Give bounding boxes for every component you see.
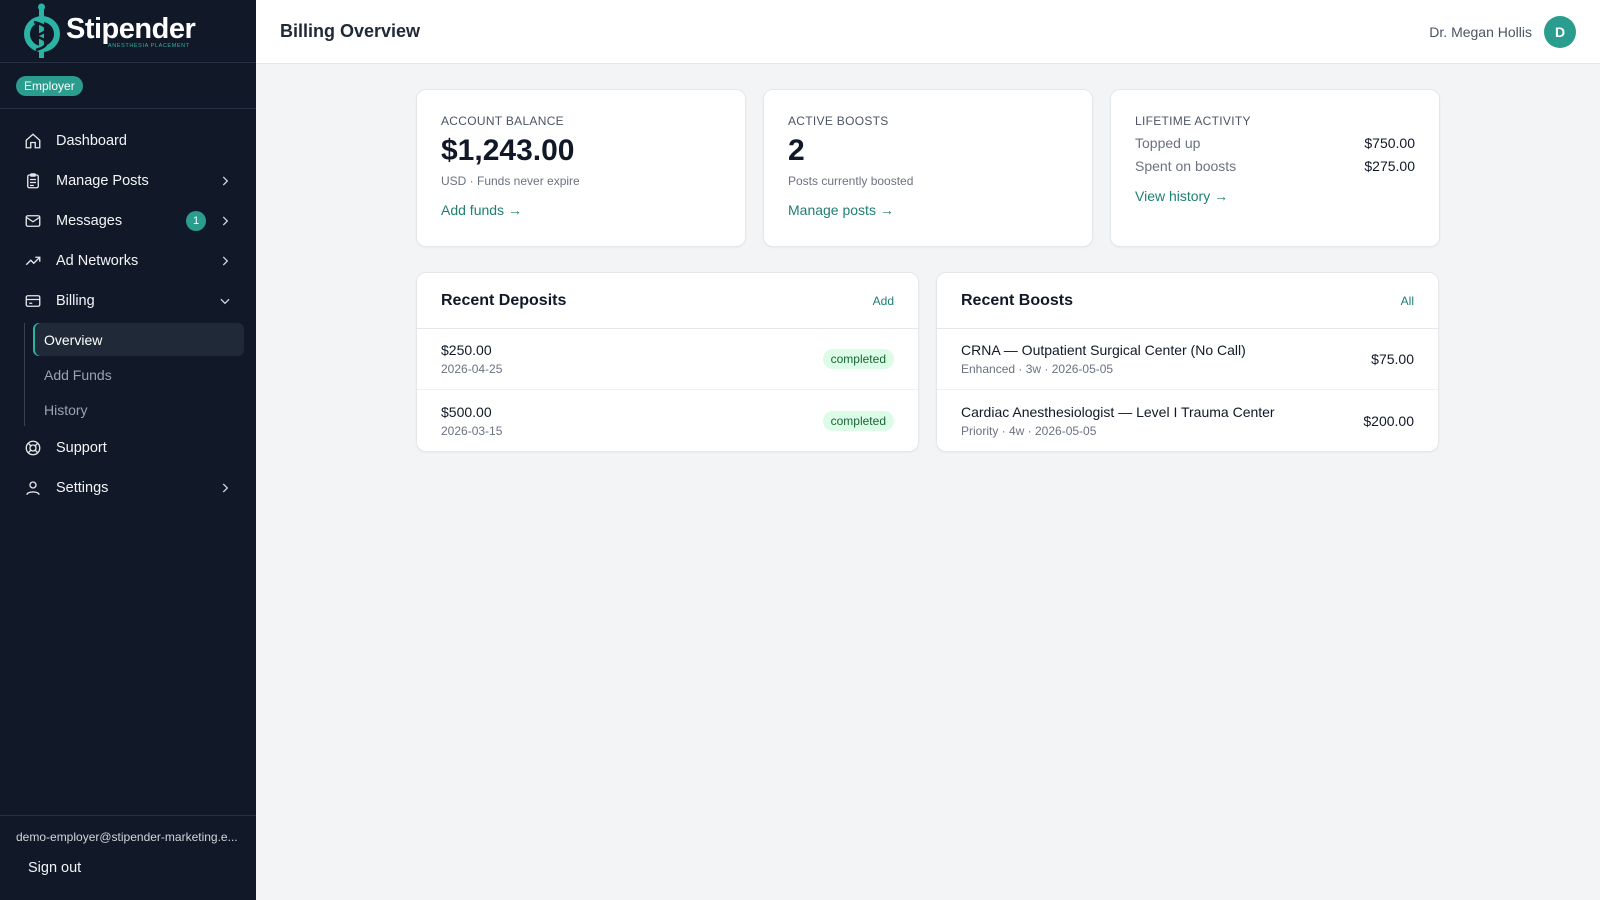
- add-funds-link[interactable]: Add funds →: [441, 202, 522, 218]
- role-badge: Employer: [16, 75, 83, 96]
- top-header: Billing Overview Dr. Megan Hollis D: [256, 0, 1600, 64]
- view-history-link[interactable]: View history →: [1135, 188, 1228, 204]
- view-all-boosts-link[interactable]: All: [1401, 294, 1414, 308]
- lifetime-row-topped-up: Topped up $750.00: [1135, 135, 1415, 151]
- add-deposit-link[interactable]: Add: [873, 294, 894, 308]
- chevron-right-icon: [218, 481, 232, 495]
- recent-boosts-card: Recent Boosts All CRNA — Outpatient Surg…: [936, 272, 1439, 452]
- boost-meta: Priority · 4w · 2026-05-05: [961, 423, 1097, 438]
- chevron-right-icon: [218, 214, 232, 228]
- boost-amount: $75.00: [1371, 351, 1414, 367]
- recent-deposits-card: Recent Deposits Add $250.00 2026-04-25 c…: [416, 272, 919, 452]
- deposit-amount: $250.00: [441, 342, 492, 358]
- lifetime-key: Spent on boosts: [1135, 158, 1237, 174]
- sign-out-button[interactable]: Sign out: [0, 844, 256, 876]
- sidebar-nav: Dashboard Manage Posts Messages 1 Ad Net…: [0, 109, 256, 508]
- app-logo[interactable]: Stipender ANESTHESIA PLACEMENT: [0, 0, 256, 63]
- chevron-right-icon: [218, 254, 232, 268]
- sidebar-item-billing[interactable]: Billing: [0, 281, 256, 321]
- sidebar-item-label: Dashboard: [56, 133, 127, 149]
- app-tagline: ANESTHESIA PLACEMENT: [108, 42, 190, 49]
- app-name: Stipender: [66, 12, 196, 45]
- sidebar-item-ad-networks[interactable]: Ad Networks: [0, 241, 256, 281]
- sidebar: Stipender ANESTHESIA PLACEMENT Employer …: [0, 0, 256, 900]
- subnav-item-add-funds[interactable]: Add Funds: [33, 358, 244, 391]
- sidebar-item-dashboard[interactable]: Dashboard: [0, 121, 256, 161]
- lifetime-value: $750.00: [1364, 135, 1415, 151]
- list-item[interactable]: CRNA — Outpatient Surgical Center (No Ca…: [937, 329, 1438, 390]
- deposit-date: 2026-03-15: [441, 423, 503, 438]
- boost-title: CRNA — Outpatient Surgical Center (No Ca…: [961, 342, 1246, 358]
- sidebar-item-label: Support: [56, 440, 107, 456]
- boost-title: Cardiac Anesthesiologist — Level I Traum…: [961, 403, 1275, 420]
- sidebar-item-manage-posts[interactable]: Manage Posts: [0, 161, 256, 201]
- sidebar-item-label: Messages: [56, 213, 123, 229]
- mail-icon: [24, 212, 42, 230]
- sidebar-item-label: Manage Posts: [56, 173, 149, 189]
- stat-label: LIFETIME ACTIVITY: [1135, 114, 1251, 128]
- section-title: Recent Deposits: [441, 291, 567, 309]
- lifetime-activity-card: LIFETIME ACTIVITY Topped up $750.00 Spen…: [1110, 89, 1440, 247]
- lifetime-row-spent: Spent on boosts $275.00: [1135, 158, 1415, 174]
- list-item[interactable]: $250.00 2026-04-25 completed: [417, 329, 918, 390]
- deposit-amount: $500.00: [441, 403, 492, 420]
- trending-up-icon: [24, 252, 42, 270]
- section-title: Recent Boosts: [961, 291, 1074, 309]
- stat-label: ACTIVE BOOSTS: [788, 114, 889, 128]
- page-title: Billing Overview: [280, 21, 421, 41]
- subnav-item-overview[interactable]: Overview: [33, 323, 244, 356]
- main-content: ACCOUNT BALANCE $1,243.00 USD · Funds ne…: [256, 64, 1600, 900]
- unread-count-badge: 1: [186, 211, 206, 231]
- chevron-right-icon: [218, 174, 232, 188]
- billing-subnav: Overview Add Funds History: [24, 323, 256, 426]
- sidebar-item-label: Billing: [56, 293, 95, 309]
- sidebar-item-support[interactable]: Support: [0, 428, 256, 468]
- lifetime-value: $275.00: [1364, 158, 1415, 174]
- manage-posts-link[interactable]: Manage posts →: [788, 202, 894, 218]
- balance-value: $1,243.00: [441, 134, 575, 167]
- status-badge: completed: [822, 349, 894, 369]
- stat-subtext: USD · Funds never expire: [441, 174, 580, 188]
- deposit-date: 2026-04-25: [441, 362, 503, 376]
- user-email: demo-employer@stipender-marketing.e...: [16, 830, 238, 844]
- user-icon: [24, 479, 42, 497]
- clipboard-icon: [24, 172, 42, 190]
- boost-meta: Enhanced · 3w · 2026-05-05: [961, 362, 1114, 376]
- status-badge: completed: [822, 410, 894, 431]
- credit-card-icon: [24, 292, 42, 310]
- lifetime-key: Topped up: [1135, 135, 1201, 151]
- caduceus-logo-icon: [22, 2, 64, 60]
- home-icon: [24, 132, 42, 150]
- list-item[interactable]: Cardiac Anesthesiologist — Level I Traum…: [937, 390, 1438, 451]
- sidebar-item-messages[interactable]: Messages 1: [0, 201, 256, 241]
- stat-subtext: Posts currently boosted: [788, 174, 914, 188]
- active-boosts-value: 2: [788, 134, 805, 167]
- sidebar-item-settings[interactable]: Settings: [0, 468, 256, 508]
- boost-amount: $200.00: [1363, 412, 1414, 429]
- list-item[interactable]: $500.00 2026-03-15 completed: [417, 390, 918, 451]
- sidebar-footer: demo-employer@stipender-marketing.e... S…: [0, 815, 256, 900]
- sidebar-item-label: Ad Networks: [56, 253, 139, 269]
- sidebar-item-label: Settings: [56, 480, 109, 496]
- user-name[interactable]: Dr. Megan Hollis: [1429, 24, 1532, 40]
- subnav-item-history[interactable]: History: [33, 393, 244, 426]
- account-balance-card: ACCOUNT BALANCE $1,243.00 USD · Funds ne…: [416, 89, 746, 247]
- lifebuoy-icon: [24, 439, 42, 457]
- chevron-down-icon: [218, 294, 232, 308]
- active-boosts-card: ACTIVE BOOSTS 2 Posts currently boosted …: [763, 89, 1093, 247]
- avatar[interactable]: D: [1544, 15, 1576, 48]
- stat-label: ACCOUNT BALANCE: [441, 114, 564, 128]
